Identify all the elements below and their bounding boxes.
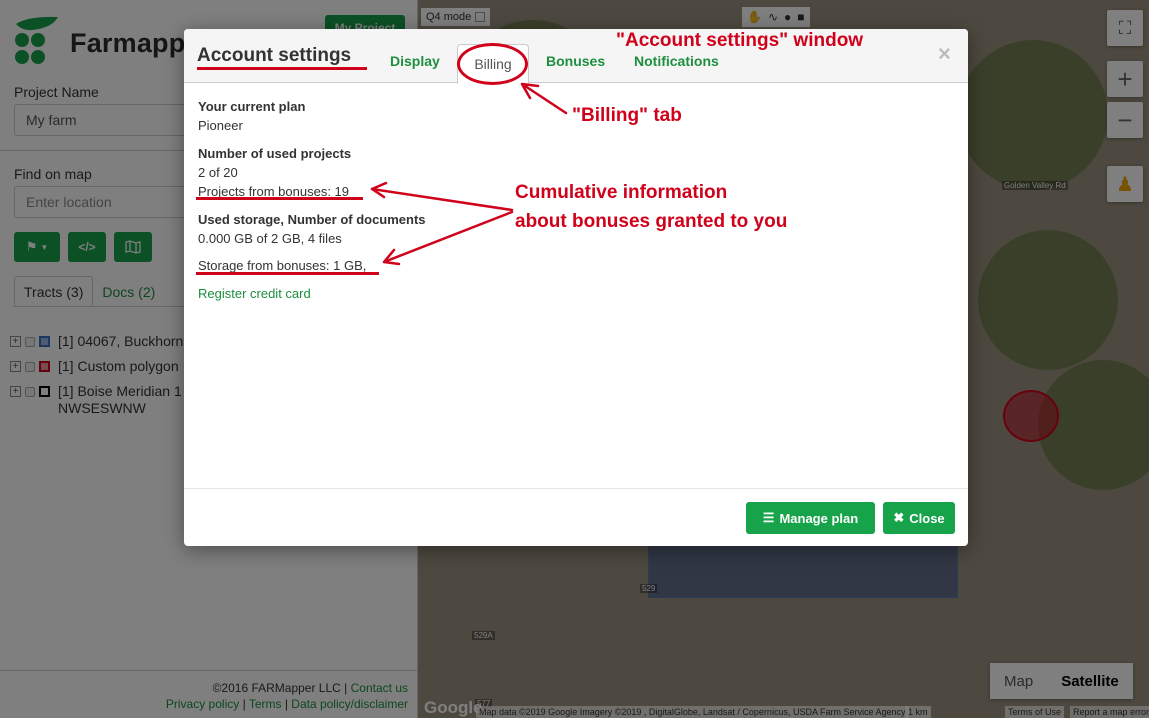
annotation-title-underline (197, 67, 367, 70)
storage-value: 0.000 GB of 2 GB, 4 files (198, 231, 342, 246)
list-icon: ☰ (762, 510, 775, 525)
plan-group: Your current plan Pioneer (198, 97, 426, 135)
annotation-bonuses-line2: about bonuses granted to you (515, 211, 788, 232)
manage-plan-button[interactable]: ☰ Manage plan (746, 502, 875, 534)
projects-value: 2 of 20 (198, 165, 238, 180)
storage-group: Used storage, Number of documents 0.000 … (198, 210, 426, 275)
tab-notifications[interactable]: Notifications (634, 53, 719, 69)
annotation-window: "Account settings" window (616, 30, 864, 51)
close-icon[interactable]: × (938, 41, 951, 67)
annotation-bonuses-line1: Cumulative information (515, 182, 728, 203)
close-x-icon: ✖ (893, 510, 905, 525)
annotation-projects-underline (196, 197, 363, 200)
projects-group: Number of used projects 2 of 20 Projects… (198, 144, 426, 201)
plan-value: Pioneer (198, 118, 243, 133)
storage-label: Used storage, Number of documents (198, 212, 426, 227)
close-button-label: Close (909, 510, 945, 526)
annotation-billing-tab: "Billing" tab (572, 105, 682, 126)
annotation-storage-underline (196, 272, 379, 275)
register-credit-card-link[interactable]: Register credit card (198, 284, 426, 303)
modal-title: Account settings (197, 45, 352, 66)
plan-label: Your current plan (198, 99, 306, 114)
annotation-billing-circle (457, 43, 528, 85)
tab-bonuses[interactable]: Bonuses (546, 53, 605, 69)
tab-display[interactable]: Display (390, 53, 440, 69)
modal-footer-divider (184, 488, 968, 489)
projects-label: Number of used projects (198, 146, 352, 161)
manage-plan-label: Manage plan (779, 510, 859, 526)
close-button[interactable]: ✖ Close (883, 502, 955, 534)
